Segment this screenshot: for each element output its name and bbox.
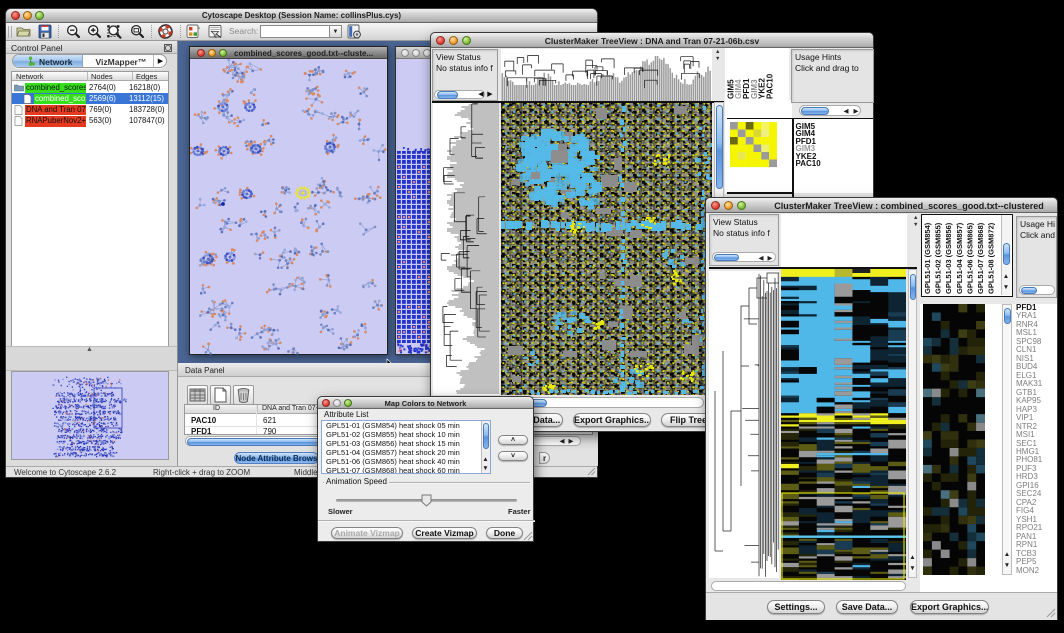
svg-text:GPL51-03 (GSM856): GPL51-03 (GSM856) <box>944 222 953 294</box>
svg-text:GPL51-04 (GSM857): GPL51-04 (GSM857) <box>955 222 964 294</box>
svg-text:GPL51-01 (GSM854): GPL51-01 (GSM854) <box>923 222 932 294</box>
svg-text:GPL51-08 (GSM872): GPL51-08 (GSM872) <box>987 222 996 294</box>
svg-text:PAC10: PAC10 <box>765 73 774 99</box>
svg-text:GPL51-06 (GSM865): GPL51-06 (GSM865) <box>965 222 974 294</box>
svg-text:GPL51-02 (GSM855): GPL51-02 (GSM855) <box>934 222 943 294</box>
svg-text:GPL51-07 (GSM868): GPL51-07 (GSM868) <box>976 222 985 294</box>
